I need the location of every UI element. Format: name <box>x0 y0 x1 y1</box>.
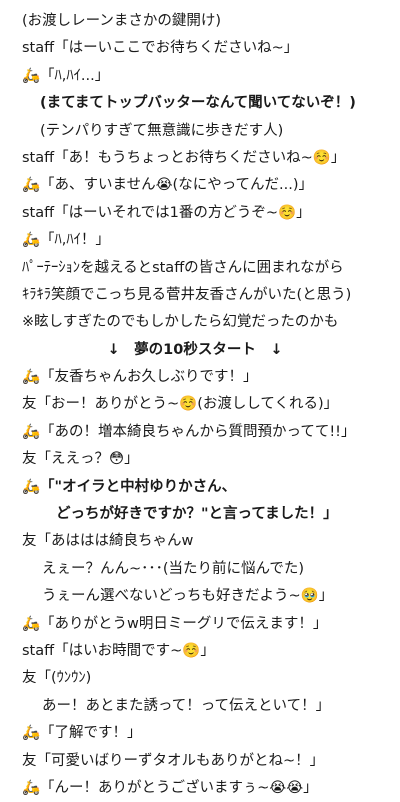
text-line: staff「あ！もうちょっとお待ちくださいね~☺️」 <box>22 149 346 166</box>
text-line: ﾊﾟｰﾃｰｼｮﾝを越えるとstaffの皆さんに囲まれながら <box>22 259 344 276</box>
text-line: 友「おー！ありがとう~☺️(お渡ししてくれる)」 <box>22 396 339 413</box>
text-line: staff「はーいここでお待ちくださいね~」 <box>22 40 299 57</box>
text-line: 🛵「あ、すいません😭(なにやってんだ...)」 <box>22 177 313 194</box>
text-line: staff「はーいそれでは1番の方どうぞ~☺️」 <box>22 204 311 221</box>
text-line: 🛵「友香ちゃんお久しぶりです！」 <box>22 369 258 386</box>
text-line: 🛵「ﾊ,ﾊｲ...」 <box>22 67 110 84</box>
text-line: staff「はいお時間です~☺️」 <box>22 642 215 659</box>
text-line: ※眩しすぎたのでもしかしたら幻覚だったのかも <box>22 314 339 331</box>
text-line: うぇーん選べないどっちも好きだよう~🥹」 <box>42 588 334 605</box>
section-heading: ↓ 夢の10秒スタート ↓ <box>107 341 283 358</box>
text-line: 友「ええっ？😳」 <box>22 451 139 468</box>
text-line: (まてまてトップバッターなんて聞いてないぞ！) <box>40 95 356 112</box>
text-line: どっちが好きですか？"と言ってました！」 <box>56 506 338 523</box>
text-line: 🛵「あの！増本綺良ちゃんから質問預かってて!!」 <box>22 423 356 440</box>
text-line: あー！あとまた誘って！って伝えといて！」 <box>42 697 331 714</box>
text-line: (テンパりすぎて無意識に歩きだす人) <box>40 122 284 139</box>
text-line: 🛵「"オイラと中村ゆりかさん、 <box>22 478 237 495</box>
text-line: 友「可愛いばりーずタオルもありがとね~！」 <box>22 752 325 769</box>
text-line: 🛵「ありがとうw明日ミーグリで伝えます！」 <box>22 615 328 632</box>
text-line: 🛵「ﾊ,ﾊｲ！」 <box>22 232 110 249</box>
text-line: 🛵「了解です！」 <box>22 725 142 742</box>
text-line: (お渡しレーンまさかの鍵開け) <box>22 13 222 29</box>
text-line: 🛵「んー！ありがとうございますぅ~😭😭」 <box>22 779 318 796</box>
text-line: 友「あははは綺良ちゃんw <box>22 533 194 550</box>
text-line: 友「(ｳﾝｳﾝ) <box>22 670 92 687</box>
memo-document: (お渡しレーンまさかの鍵開け) staff「はーいここでお待ちくださいね~」 🛵… <box>0 0 400 802</box>
text-line: ｷﾗｷﾗ笑顔でこっち見る菅井友香さんがいた(と思う) <box>22 286 352 303</box>
text-line: えぇー？んん~･･･(当たり前に悩んでた) <box>42 560 304 577</box>
